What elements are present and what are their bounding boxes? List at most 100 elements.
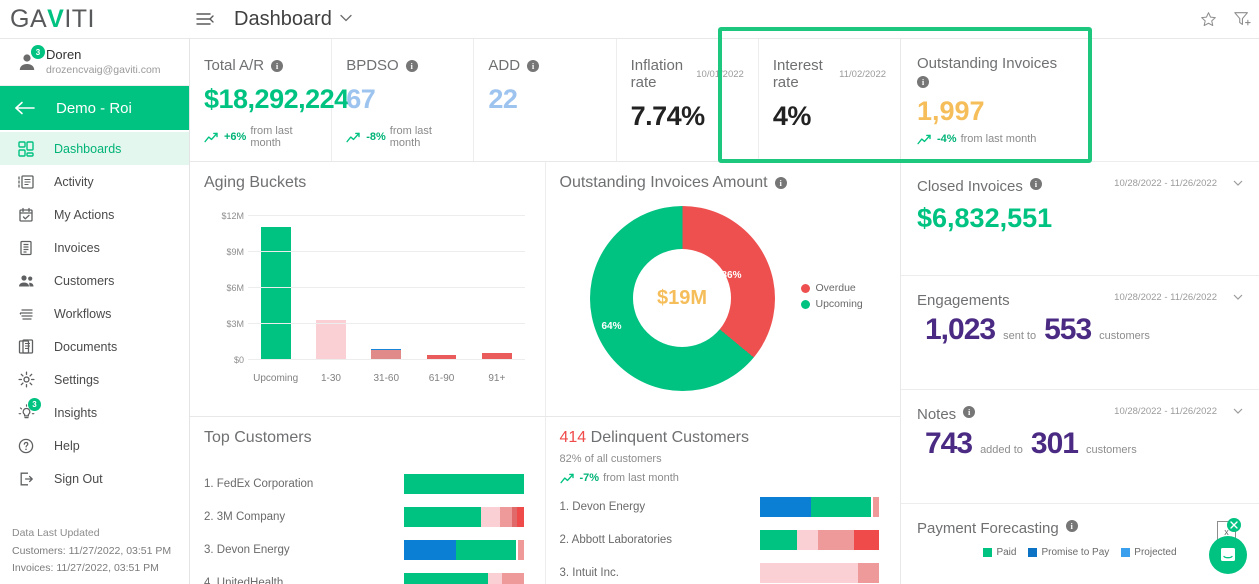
top-customer-label: 4. UnitedHealth	[204, 576, 284, 584]
trend-up-icon	[346, 132, 361, 143]
delinquent-customers-list: 1. Devon Energy 2. Abbott Laboratories 3. …	[560, 490, 887, 584]
notes-customer-count: 301	[1030, 427, 1079, 460]
kpi-value-bpdso: 67	[346, 84, 376, 114]
workspace-selector[interactable]: Demo - Roi	[0, 86, 189, 130]
donut-center-label: $19M	[656, 286, 708, 309]
filter-add-icon[interactable]	[1225, 0, 1259, 39]
info-icon[interactable]: i	[1065, 520, 1078, 532]
delinquent-customer-row[interactable]: 1. Devon Energy	[560, 490, 887, 523]
kpi-date-interest-rate: 11/02/2022	[839, 68, 887, 80]
dashboard-app: GAVITI Dashboard 3 Doren drozencvaig@gav…	[0, 0, 1259, 584]
y-axis-label: $12M	[221, 211, 244, 221]
legend-swatch	[983, 548, 993, 557]
sidebar-item-documents[interactable]: Documents	[0, 330, 189, 363]
sidebar-item-help[interactable]: Help	[0, 429, 189, 462]
notes-mid-label: added to	[980, 444, 1023, 456]
closed-invoices-daterange[interactable]: 10/28/2022 - 11/26/2022	[1114, 178, 1243, 189]
bar[interactable]	[316, 320, 346, 360]
chevron-down-icon[interactable]	[1233, 293, 1243, 303]
info-icon[interactable]: i	[917, 76, 929, 88]
close-icon[interactable]	[1227, 518, 1241, 532]
bar-segment	[857, 562, 880, 583]
bar-segment	[404, 506, 481, 527]
user-name: Doren	[46, 47, 82, 63]
activity-icon	[14, 174, 38, 190]
logo-part-b: ITI	[64, 4, 95, 33]
legend-item: Paid	[983, 547, 1016, 558]
chevron-down-icon[interactable]	[340, 13, 352, 25]
grid-line	[248, 251, 525, 252]
top-customer-row[interactable]: 1. FedEx Corporation	[204, 467, 531, 500]
info-icon[interactable]: i	[527, 59, 540, 72]
sidebar-item-label: Invoices	[54, 240, 100, 255]
delinquent-customer-row[interactable]: 2. Abbott Laboratories	[560, 523, 887, 556]
sidebar-item-label: Dashboards	[54, 141, 122, 156]
notes-values: 743 added to 301 customers	[917, 427, 1243, 461]
legend-label: Promise to Pay	[1041, 547, 1110, 558]
notes-title: Notes	[917, 406, 957, 423]
star-icon[interactable]	[1191, 0, 1225, 39]
sidebar-item-insights[interactable]: 3 Insights	[0, 396, 189, 429]
engagements-sent-count: 1,023	[925, 313, 996, 346]
donut-chart-wrap: $19M 36% 64% Overdue Upcoming	[560, 198, 887, 398]
kpi-value-interest-rate: 4%	[772, 101, 812, 131]
info-icon[interactable]: i	[774, 177, 787, 189]
sidebar-item-label: Sign Out	[54, 471, 103, 486]
brand-logo[interactable]: GAVITI	[0, 0, 190, 38]
top-customer-row[interactable]: 4. UnitedHealth	[204, 566, 531, 584]
data-updated-title: Data Last Updated	[12, 527, 100, 540]
donut-hole: $19M	[633, 249, 731, 347]
info-icon[interactable]: i	[963, 406, 976, 418]
top-customer-row[interactable]: 3. Devon Energy	[204, 533, 531, 566]
avatar-badge: 3	[31, 45, 45, 59]
x-axis-label: Upcoming	[253, 373, 299, 384]
delinquent-customer-bar	[759, 496, 880, 517]
closed-invoices-date: 10/28/2022 - 11/26/2022	[1114, 178, 1217, 189]
outstanding-donut-chart: $19M 36% 64%	[589, 205, 775, 391]
bar[interactable]	[260, 226, 291, 360]
data-updated-customers: Customers: 11/27/2022, 03:51 PM	[12, 545, 172, 558]
top-customer-row[interactable]: 2. 3M Company	[204, 500, 531, 533]
bar-segment	[404, 539, 456, 560]
sidebar: 3 Doren drozencvaig@gaviti.com Demo - Ro…	[0, 39, 190, 584]
legend-item: Overdue	[800, 282, 863, 294]
payment-forecasting-card: Payment Forecasting i Paid Promise to Pay…	[901, 504, 1259, 584]
sidebar-item-workflows[interactable]: Workflows	[0, 297, 189, 330]
engagements-daterange[interactable]: 10/28/2022 - 11/26/2022	[1114, 292, 1243, 303]
top-customers-list: 1. FedEx Corporation 2. 3M Company 3. Devo…	[204, 467, 531, 584]
sidebar-item-settings[interactable]: Settings	[0, 363, 189, 396]
chevron-down-icon[interactable]	[1233, 407, 1243, 417]
sidebar-item-label: Activity	[54, 174, 94, 189]
chat-bubble-icon[interactable]	[1209, 536, 1247, 574]
aging-buckets-x-axis: Upcoming 1-30 31-60 61-90 91+	[248, 373, 525, 384]
info-icon[interactable]: i	[1029, 178, 1042, 190]
sidebar-item-sign-out[interactable]: Sign Out	[0, 462, 189, 495]
notes-daterange[interactable]: 10/28/2022 - 11/26/2022	[1114, 406, 1243, 417]
sidebar-item-customers[interactable]: Customers	[0, 264, 189, 297]
sidebar-item-label: My Actions	[54, 207, 115, 222]
sidebar-item-invoices[interactable]: Invoices	[0, 231, 189, 264]
engagements-mid-label: sent to	[1003, 330, 1037, 342]
info-icon[interactable]: i	[405, 59, 418, 72]
kpi-card-bpdso: BPDSO i 67 -8% from last month	[332, 39, 475, 161]
delinquent-customer-row[interactable]: 3. Intuit Inc.	[560, 556, 887, 584]
y-axis-label: $9M	[226, 247, 244, 257]
collapse-menu-icon[interactable]	[190, 11, 220, 27]
sidebar-item-activity[interactable]: Activity	[0, 165, 189, 198]
closed-invoices-card: Closed Invoices i 10/28/2022 - 11/26/202…	[901, 162, 1259, 276]
bar-slot	[414, 216, 469, 360]
kpi-head-bpdso: BPDSO i	[346, 57, 459, 74]
kpi-delta-text-total-a-r: from last month	[250, 125, 293, 149]
aging-buckets-panel: Aging Buckets $0 $3M $6M $9M $12M Upcoming 1-…	[190, 162, 546, 416]
donut-slice-label-overdue: 36%	[721, 269, 742, 281]
user-profile[interactable]: 3 Doren drozencvaig@gaviti.com	[0, 39, 189, 86]
sidebar-item-dashboards[interactable]: Dashboards	[0, 132, 189, 165]
bar-segment	[480, 506, 500, 527]
kpi-value-inflation-rate: 7.74%	[630, 101, 706, 131]
sidebar-item-my-actions[interactable]: My Actions	[0, 198, 189, 231]
chevron-down-icon[interactable]	[1233, 179, 1243, 189]
sidebar-item-label: Documents	[54, 339, 118, 354]
trend-up-icon	[917, 134, 932, 145]
workspace-label: Demo - Roi	[56, 99, 132, 117]
info-icon[interactable]: i	[271, 59, 284, 72]
